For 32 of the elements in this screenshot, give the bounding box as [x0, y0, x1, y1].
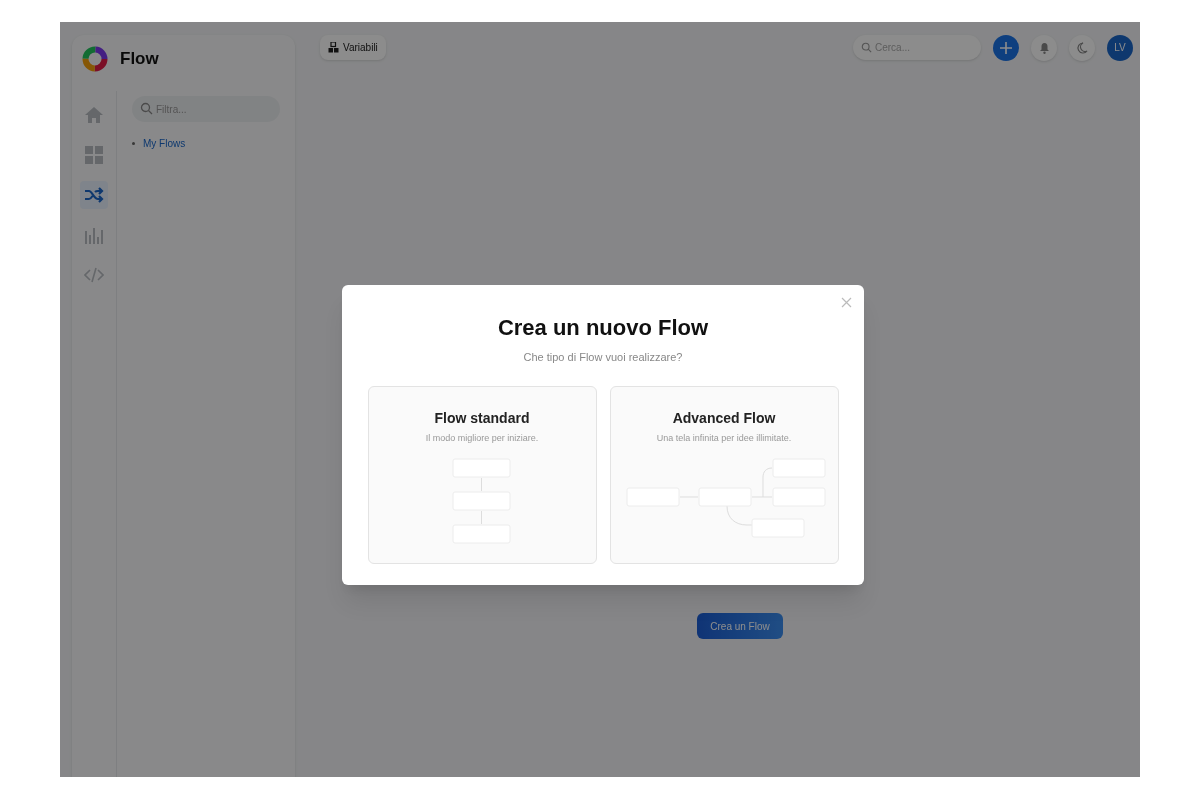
search-icon: [140, 102, 153, 115]
home-icon: [84, 105, 104, 125]
grid-icon: [84, 145, 104, 165]
blocks-icon: [328, 42, 339, 53]
moon-icon: [1076, 41, 1088, 54]
code-icon: [84, 265, 104, 285]
card-description: Una tela infinita per idee illimitate.: [656, 431, 792, 445]
bell-icon: [1038, 41, 1050, 54]
notifications-button[interactable]: [1031, 34, 1057, 61]
shuffle-icon: [84, 185, 104, 205]
logo-icon: [82, 46, 108, 72]
create-flow-button[interactable]: Crea un Flow: [697, 613, 783, 639]
card-description: Il modo migliore per iniziare.: [425, 431, 539, 445]
card-title: Advanced Flow: [672, 408, 776, 428]
dark-mode-button[interactable]: [1069, 34, 1095, 61]
search-icon: [861, 42, 872, 53]
add-button[interactable]: [993, 34, 1019, 61]
user-avatar[interactable]: LV: [1107, 34, 1133, 61]
plus-icon: [999, 40, 1013, 55]
dialog-subtitle: Che tipo di Flow vuoi realizzare?: [523, 350, 683, 365]
sidebar-nav-item[interactable]: [80, 181, 108, 209]
dialog-title: Crea un nuovo Flow: [497, 314, 709, 342]
bar-chart-icon: [84, 225, 104, 245]
bullet-icon: [132, 142, 135, 145]
tree-item[interactable]: My Flows: [143, 136, 186, 151]
close-icon: [840, 296, 852, 308]
app-name: Flow: [120, 48, 159, 71]
card-title: Flow standard: [434, 408, 530, 428]
flow-type-card[interactable]: Flow standard Il modo migliore per iniziare.: [367, 385, 597, 564]
variables-button[interactable]: Variabili: [320, 35, 386, 60]
close-button[interactable]: [839, 295, 853, 309]
flow-type-card[interactable]: Advanced Flow Una tela infinita per idee illimitate.: [609, 385, 839, 564]
